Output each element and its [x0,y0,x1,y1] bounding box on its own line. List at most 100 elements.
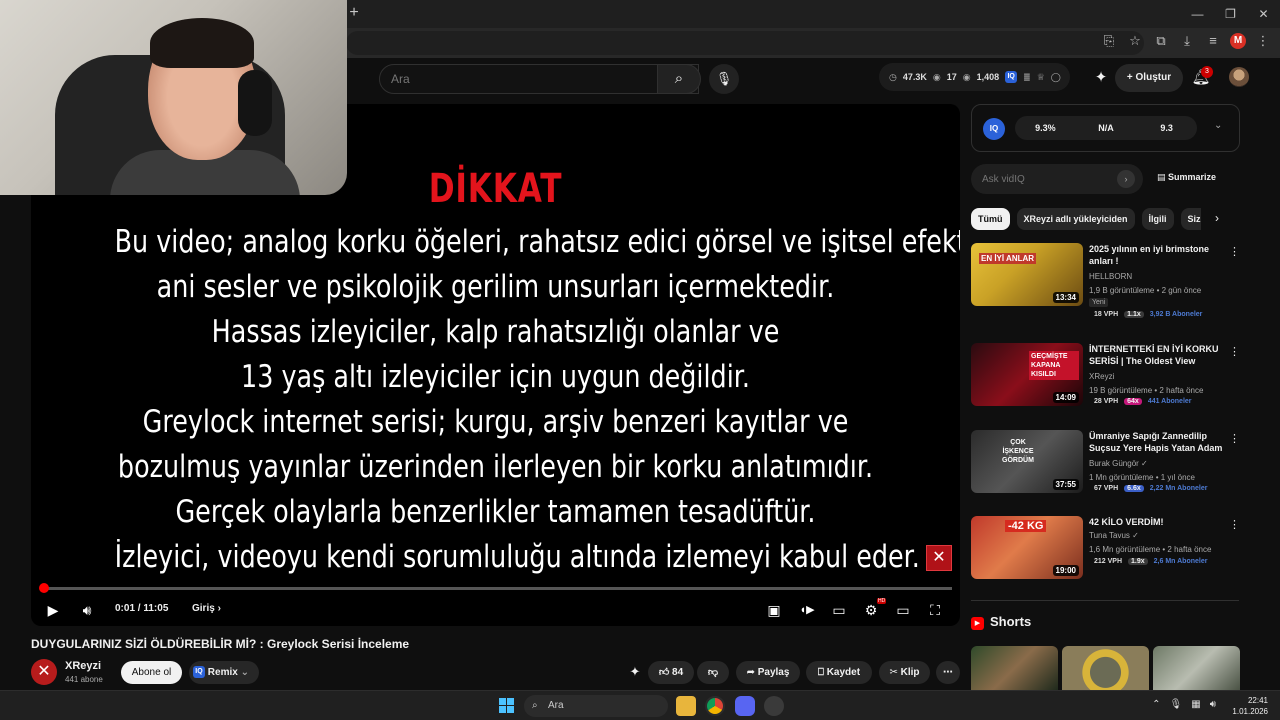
recommendation-title[interactable]: 42 KİLO VERDİM! [1089,516,1227,528]
like-button[interactable]: 👍︎ 84 [648,661,694,684]
play-icon[interactable]: ▶ [42,599,64,621]
network-icon[interactable]: ▦ [1191,699,1200,710]
reading-list-icon[interactable]: ≡ [1204,32,1222,50]
search-input[interactable] [380,65,640,93]
chip-from-uploader[interactable]: XReyzi adlı yükleyiciden [1016,208,1135,230]
create-button[interactable]: + Oluştur [1115,64,1183,92]
chevron-up-icon[interactable]: ⌃ [1152,699,1160,710]
thumbnail-caption: EN İYİ ANLAR [979,253,1037,264]
eye-icon: ◉ [932,71,941,82]
search-icon: ⌕ [532,700,538,711]
shorts-logo-icon: ▶ [971,617,984,630]
chip-for-you[interactable]: Sizin için [1180,208,1201,230]
vph-stat: 67 VPH [1094,485,1119,492]
minimize-button[interactable]: — [1181,0,1214,28]
recommendation-channel[interactable]: XReyzi [1089,372,1114,381]
download-icon[interactable]: ⤓ [1178,32,1196,50]
recommendation-title[interactable]: İNTERNETTEKİ EN İYİ KORKU SERİSİ | The O… [1089,343,1227,367]
recommendation-item[interactable]: -42 KG 19:00 42 KİLO VERDİM! Tuna Tavus … [971,516,1241,582]
remix-button[interactable]: IQ Remix ⌄ [189,661,259,684]
short-thumbnail[interactable] [1153,646,1240,690]
new-tab-button[interactable]: + [346,5,362,21]
autoplay-toggle-icon[interactable]: ◖▶ [796,599,818,621]
warning-line: İzleyici, videoyu kendi sorumluluğu altı… [114,539,920,575]
create-label: Oluştur [1135,72,1172,83]
app-icon[interactable] [764,696,784,716]
chip-all[interactable]: Tümü [971,208,1010,230]
scrubber-handle[interactable] [39,583,49,593]
more-options-icon[interactable]: ⋮ [1229,245,1240,258]
ask-vidiq-input[interactable] [971,164,1101,194]
discord-icon[interactable] [735,696,755,716]
screen: + — ❐ ✕ ⎘ ☆ ⧉ ⤓ ≡ M ⋮ ⌕ 🎙 ◷ 47.3K ◉ 17 [0,0,1280,720]
progress-bar[interactable] [39,583,952,593]
taskbar-clock[interactable]: 22:41 1.01.2026 [1232,695,1268,717]
video-thumbnail[interactable]: ÇOK İŞKENCE GÖRDÜM 37:55 [971,430,1083,493]
chevron-right-icon[interactable]: › [1215,211,1219,225]
save-button[interactable]: ⎕ Kaydet [806,661,872,684]
profile-avatar[interactable]: M [1230,33,1246,49]
warning-line: Bu video; analog korku öğeleri, rahatsız… [114,224,960,260]
volume-icon[interactable]: 🔊︎ [76,599,98,621]
video-thumbnail[interactable]: EN İYİ ANLAR 13:34 [971,243,1083,306]
chapter-button[interactable]: Giriş › [192,603,221,614]
short-thumbnail[interactable] [1062,646,1149,690]
bookmark-star-icon[interactable]: ☆ [1126,32,1144,50]
recommendation-channel[interactable]: HELLBORN [1089,272,1132,281]
dislike-button[interactable]: 👎︎ [697,661,729,684]
recommendation-title[interactable]: 2025 yılının en iyi brimstone anları ! [1089,243,1227,267]
vidiq-video-stats: 212 VPH 1.9x 2,6 Mn Aboneler [1094,558,1207,565]
account-avatar[interactable] [1229,67,1249,87]
duration-badge: 13:34 [1052,292,1079,303]
extensions-icon[interactable]: ⧉ [1152,32,1170,50]
microphone-icon[interactable]: 🎙 [1170,699,1183,710]
shorts-label: Shorts [990,614,1032,629]
subtitles-icon[interactable]: ▭ [828,599,850,621]
more-options-icon[interactable]: ⋮ [1229,518,1240,531]
more-options-icon[interactable]: ⋮ [1229,432,1240,445]
windows-start-icon[interactable] [499,698,514,713]
search-button[interactable]: ⌕ [657,64,701,94]
remix-label: Remix [207,667,238,678]
volume-icon[interactable]: 🔊︎ [1210,699,1216,710]
clock-date: 1.01.2026 [1232,707,1268,716]
voice-search-button[interactable]: 🎙 [709,64,739,94]
chrome-icon[interactable] [705,696,725,716]
clip-button[interactable]: ✂ Klip [879,661,930,684]
save-label: Kaydet [826,667,861,678]
recommendation-channel[interactable]: Tuna Tavus ✓ [1089,531,1139,540]
maximize-button[interactable]: ❐ [1214,0,1247,28]
video-thumbnail[interactable]: -42 KG 19:00 [971,516,1083,579]
channel-name[interactable]: XReyzi [65,660,101,672]
chip-related[interactable]: İlgili [1141,208,1174,230]
subscribe-button[interactable]: Abone ol [121,661,182,684]
search-box [379,64,699,94]
short-thumbnail[interactable] [971,646,1058,690]
thumbs-up-icon: 👍︎ [658,667,670,678]
recommendation-title[interactable]: Ümraniye Sapığı Zannedilip Suçsuz Yere H… [1089,430,1227,454]
close-overlay-button[interactable]: ✕ [926,545,952,571]
multiplier-stat: 64x [1124,398,1142,405]
recommendation-meta: 19 B görüntüleme • 2 hafta önce [1089,386,1204,395]
address-bar[interactable] [346,31,1144,55]
summarize-button[interactable]: ▤ Summarize [1157,172,1216,183]
share-button[interactable]: ➦ Paylaş [736,661,800,684]
close-window-button[interactable]: ✕ [1247,0,1280,28]
recommendation-channel[interactable]: Burak Güngör ✓ [1089,459,1148,468]
install-app-icon[interactable]: ⎘ [1100,32,1118,50]
more-actions-button[interactable]: ⋯ [936,661,960,684]
vidiq-extension-icon[interactable]: ✦ [1090,67,1112,89]
channel-avatar[interactable]: ✕ [31,659,57,685]
vidiq-player-icon[interactable]: ▣ [763,599,785,621]
vidiq-channel-stats[interactable]: ◷ 47.3K ◉ 17 ◉ 1,408 IQ ≣ ♕ ◯ [879,63,1070,91]
theater-mode-icon[interactable]: ▭ [892,599,914,621]
chevron-down-icon[interactable]: ⌄ [1214,120,1222,131]
file-explorer-icon[interactable] [676,696,696,716]
more-options-icon[interactable]: ⋮ [1229,345,1240,358]
send-arrow-icon[interactable]: › [1117,170,1135,188]
fullscreen-icon[interactable]: ⛶ [924,599,946,621]
video-thumbnail[interactable]: GEÇMİŞTE KAPANA KISILDI 14:09 [971,343,1083,406]
browser-menu-icon[interactable]: ⋮ [1254,32,1272,50]
taskbar-search[interactable]: ⌕ Ara [524,695,668,717]
vidiq-tools-icon[interactable]: ✦ [624,661,646,683]
